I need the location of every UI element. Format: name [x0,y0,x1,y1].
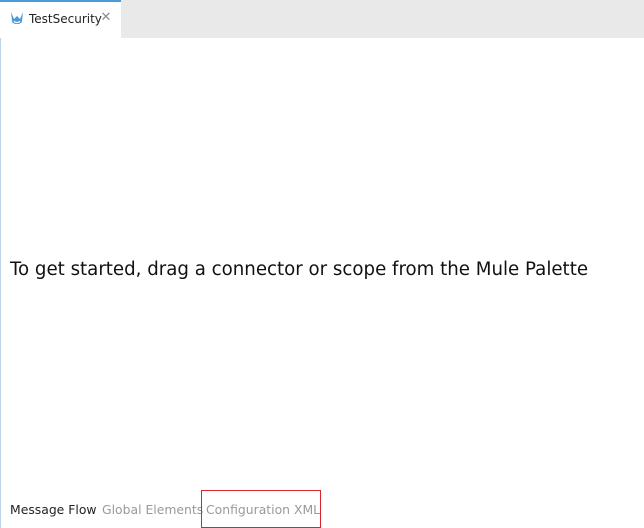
editor-tab-bar: TestSecurity ✕ [0,0,644,38]
mule-flow-icon [8,10,26,28]
tab-testsecurity[interactable]: TestSecurity ✕ [0,0,121,38]
flow-canvas[interactable]: To get started, drag a connector or scop… [0,38,644,490]
empty-canvas-hint: To get started, drag a connector or scop… [10,259,589,280]
editor-view-tabs: Message Flow Global Elements Configurati… [0,490,644,528]
mule-flow-editor: TestSecurity ✕ To get started, drag a co… [0,0,644,528]
tab-message-flow[interactable]: Message Flow [10,502,97,517]
tab-global-elements[interactable]: Global Elements [102,502,203,517]
tab-label: TestSecurity [29,12,102,26]
tab-configuration-xml[interactable]: Configuration XML [206,502,320,517]
close-icon[interactable]: ✕ [100,11,112,25]
